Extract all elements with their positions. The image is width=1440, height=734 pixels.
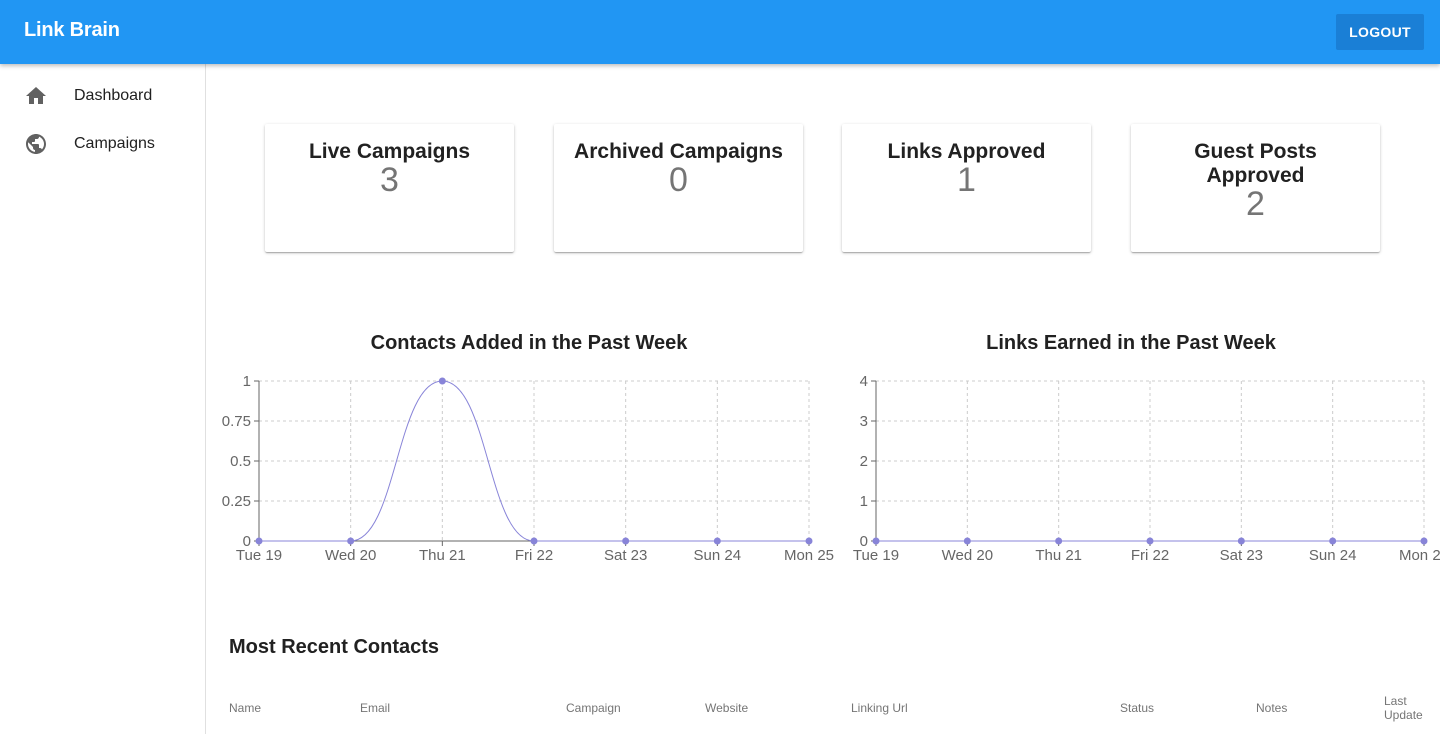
x-tick-label: Sun 24 [1309, 547, 1357, 564]
y-tick-label: 0.25 [222, 493, 251, 510]
chart-title-links: Links Earned in the Past Week [986, 332, 1276, 354]
recent-contacts-title: Most Recent Contacts [229, 636, 440, 658]
stat-card-archived-campaigns: Archived Campaigns 0 [554, 124, 803, 252]
y-tick-label: 4 [860, 373, 868, 390]
x-tick-label: Thu 21 [419, 547, 466, 564]
stat-card-value: 2 [1246, 185, 1265, 223]
y-tick-label: 1 [243, 373, 251, 390]
data-point [1055, 537, 1063, 545]
links-chart: 01234Tue 19 Wed 20 Thu 21 Fri 22 Sat 23 Sun 2… [853, 373, 1440, 564]
y-tick-label: 1 [860, 493, 868, 510]
x-tick-label: Sat 23 [1220, 547, 1263, 564]
data-point [622, 537, 630, 545]
y-tick-label: 0.75 [222, 413, 251, 430]
stat-card-value: 3 [380, 161, 399, 199]
data-point [347, 537, 355, 545]
x-tick-label: Thu 21 [1035, 547, 1082, 564]
column-header-name[interactable]: Name [229, 701, 261, 715]
sidebar-item-label: Campaigns [74, 135, 155, 152]
data-point [530, 537, 538, 545]
chart-title-contacts: Contacts Added in the Past Week [370, 332, 688, 354]
column-header-status[interactable]: Status [1120, 701, 1154, 715]
data-point [963, 537, 971, 545]
x-tick-label: Fri 22 [1131, 547, 1169, 564]
stat-card-guest-posts-approved: Guest Posts Approved 2 [1131, 124, 1380, 252]
column-header-notes[interactable]: Notes [1256, 701, 1287, 715]
data-point [713, 537, 721, 545]
x-tick-label: Mon 25 [1399, 547, 1440, 564]
app-title: Link Brain [24, 19, 120, 41]
stat-card-live-campaigns: Live Campaigns 3 [265, 124, 514, 252]
column-header-campaign[interactable]: Campaign [566, 701, 621, 715]
data-point [1146, 537, 1154, 545]
column-header-email[interactable]: Email [360, 701, 390, 715]
data-point [872, 537, 880, 545]
data-point [438, 377, 446, 385]
sidebar: Dashboard Campaigns [0, 64, 206, 734]
stat-card-links-approved: Links Approved 1 [842, 124, 1091, 252]
y-tick-label: 0.5 [230, 453, 251, 470]
x-tick-label: Wed 20 [942, 547, 993, 564]
data-point [255, 537, 263, 545]
sidebar-item-label: Dashboard [74, 87, 153, 104]
data-point [805, 537, 813, 545]
column-header-last-update[interactable]: Last Update [1384, 694, 1424, 722]
home-icon [26, 87, 46, 104]
sidebar-item-campaigns[interactable]: Campaigns [0, 120, 205, 168]
app-bar: Link Brain LOGOUT [0, 0, 1440, 64]
y-tick-label: 3 [860, 413, 868, 430]
x-tick-label: Sat 23 [604, 547, 647, 564]
column-header-website[interactable]: Website [705, 701, 748, 715]
logout-button[interactable]: LOGOUT [1336, 14, 1424, 50]
contacts-chart: 00.250.50.751Tue 19 Wed 20 Thu 21 Fri 22 Sat… [222, 373, 834, 564]
x-tick-label: Sun 24 [694, 547, 742, 564]
x-tick-label: Fri 22 [515, 547, 553, 564]
data-point [1420, 537, 1428, 545]
y-tick-label: 2 [860, 453, 868, 470]
sidebar-item-dashboard[interactable]: Dashboard [0, 72, 205, 120]
data-point [1237, 537, 1245, 545]
x-tick-label: Tue 19 [236, 547, 282, 564]
stat-card-value: 0 [669, 161, 688, 199]
x-tick-label: Wed 20 [325, 547, 376, 564]
stat-card-value: 1 [957, 161, 976, 199]
data-point [1329, 537, 1337, 545]
globe-icon [26, 134, 46, 154]
x-tick-label: Tue 19 [853, 547, 899, 564]
stat-card-title: Guest Posts Approved [1194, 140, 1317, 187]
column-header-linking-url[interactable]: Linking Url [851, 701, 908, 715]
